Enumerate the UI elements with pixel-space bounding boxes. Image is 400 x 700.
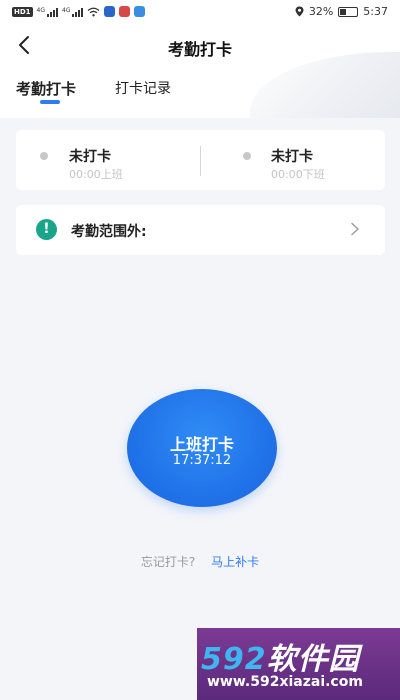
signal-2-label: 4G (62, 6, 71, 14)
makeup-clock-link[interactable]: 马上补卡 (211, 555, 259, 569)
header: 考勤打卡 (0, 24, 400, 68)
status-bar-right: 32% 5:37 (295, 5, 388, 18)
clock-in-button-label: 上班打卡 (169, 435, 234, 454)
signal-icon: 4G (36, 6, 59, 17)
forget-clock-row: 忘记打卡? 马上补卡 (0, 553, 400, 570)
range-label: 考勤范围外: (71, 224, 147, 240)
page-title: 考勤打卡 (167, 40, 232, 59)
hd-badge-num: 1 (25, 7, 31, 16)
active-tab-indicator (40, 100, 60, 104)
current-time: 17:37:12 (172, 453, 232, 468)
battery-icon (338, 6, 359, 17)
attendance-range-row[interactable]: ! 考勤范围外: (16, 205, 385, 255)
chevron-right-icon (351, 222, 359, 236)
tab-bar: 考勤打卡 打卡记录 (0, 74, 400, 110)
watermark-text: 软件园 (266, 642, 360, 677)
hd-badge: HD1 (12, 6, 33, 17)
clock-out-status: 未打卡 00:00下班 (201, 130, 385, 190)
forget-question: 忘记打卡? (140, 555, 196, 569)
tab-records[interactable]: 打卡记录 (115, 78, 171, 98)
exclamation-icon: ! (36, 219, 57, 240)
clock-in-status-label: 未打卡 (69, 149, 111, 165)
watermark-logo: 592软件园 www.592xiazai.com (197, 628, 400, 700)
watermark-url: www.592xiazai.com (207, 674, 363, 690)
app-notification-icon (134, 6, 146, 17)
hd-badge-label: HD (14, 7, 26, 16)
battery-percent: 32% (308, 5, 334, 18)
app-notification-icon (119, 6, 131, 17)
watermark-digits: 592 (201, 642, 267, 677)
signal-1-label: 4G (36, 6, 46, 14)
status-dot (243, 152, 251, 160)
watermark-title: 592软件园 (201, 634, 360, 678)
location-icon (295, 6, 304, 17)
clock-out-time: 00:00下班 (271, 168, 325, 181)
clock-status-card: 未打卡 00:00上班 未打卡 00:00下班 (16, 130, 385, 190)
app-notification-icon (104, 6, 116, 17)
status-bar-left: HD1 4G 4G (12, 6, 146, 17)
clock-in-status: 未打卡 00:00上班 (16, 130, 200, 190)
signal-icon: 4G (62, 6, 84, 17)
status-dot (40, 152, 48, 160)
status-time: 5:37 (363, 5, 388, 18)
status-bar: HD1 4G 4G 32% 5:37 (0, 0, 400, 24)
clock-in-button[interactable]: 上班打卡 17:37:12 (127, 389, 277, 507)
clock-out-status-label: 未打卡 (271, 149, 313, 165)
wifi-icon (88, 7, 100, 16)
tab-attendance[interactable]: 考勤打卡 (16, 78, 76, 99)
clock-in-time: 00:00上班 (69, 168, 123, 181)
